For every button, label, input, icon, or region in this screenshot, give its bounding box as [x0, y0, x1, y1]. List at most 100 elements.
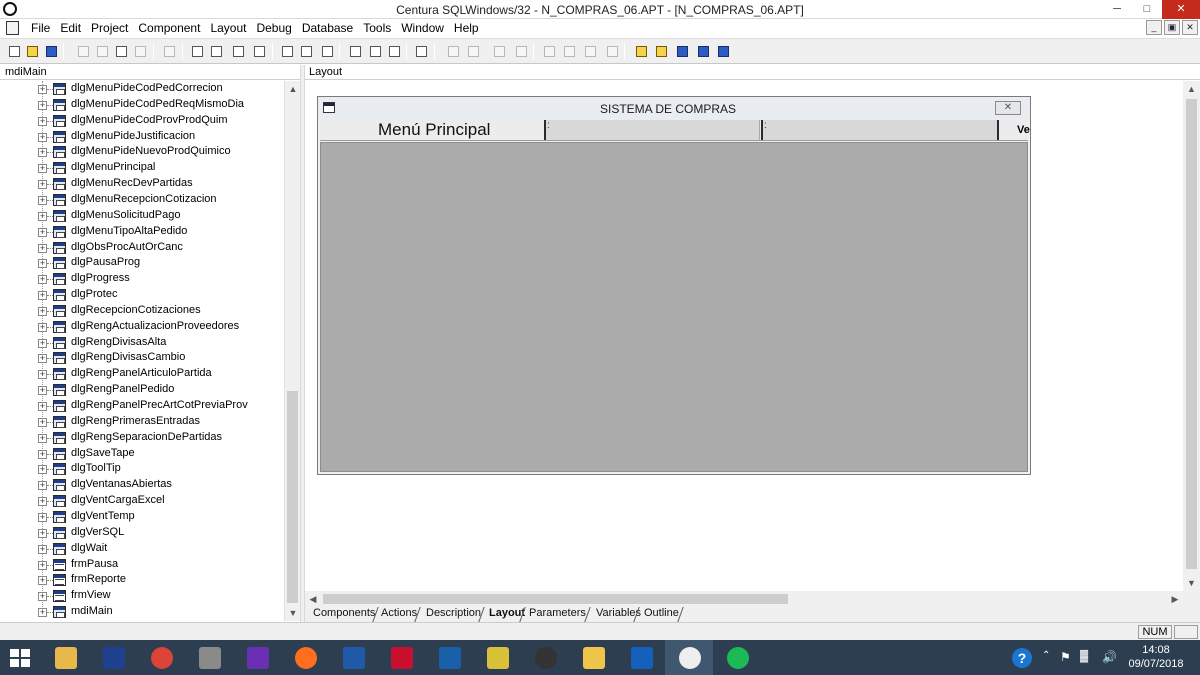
expand-plus-icon[interactable]: + [38, 592, 47, 602]
expand-plus-icon[interactable]: + [38, 370, 47, 380]
tree-item[interactable]: + dlgSaveTape [0, 446, 284, 462]
layout-horizontal-scrollbar[interactable]: ◀ ▶ [305, 591, 1183, 607]
scroll-down-arrow-icon[interactable]: ▼ [285, 605, 301, 621]
tree-item[interactable]: + dlgRengPanelPedido [0, 382, 284, 398]
tree-item[interactable]: + dlgMenuPideCodPedReqMismoDia [0, 97, 284, 113]
pause-button[interactable] [464, 42, 481, 60]
expand-plus-icon[interactable]: + [38, 576, 47, 586]
expand-plus-icon[interactable]: + [38, 354, 47, 364]
tree-item[interactable]: + dlgMenuPideNuevoProdQuimico [0, 144, 284, 160]
tree-item[interactable]: + mdiMain [0, 604, 284, 620]
close-button[interactable]: ✕ [1162, 0, 1200, 19]
tree-item[interactable]: + dlgRengDivisasAlta [0, 335, 284, 351]
expand-plus-icon[interactable]: + [38, 306, 47, 316]
open-folder-button[interactable] [23, 42, 40, 60]
report-button[interactable] [385, 42, 402, 60]
tree-item[interactable]: + frmView [0, 588, 284, 604]
maximize-button[interactable]: □ [1132, 0, 1162, 19]
toolbar-field-1[interactable] [544, 120, 760, 140]
layout-hscroll-thumb[interactable] [323, 594, 788, 604]
tab-components[interactable]: Components [309, 607, 375, 622]
taskbar-settings[interactable] [185, 640, 233, 675]
delete-button[interactable] [131, 42, 148, 60]
network-icon[interactable]: ▓ [1080, 650, 1088, 666]
layout-vertical-scrollbar[interactable]: ▲ ▼ [1183, 81, 1200, 591]
expand-plus-icon[interactable]: + [38, 402, 47, 411]
dialog-client-area[interactable] [320, 142, 1028, 472]
tree-item[interactable]: + dlgProgress [0, 271, 284, 287]
taskbar-spotify[interactable] [713, 640, 761, 675]
scroll-down-arrow-icon[interactable]: ▼ [1183, 575, 1200, 591]
breakpoints-button[interactable] [581, 42, 598, 60]
minimize-button[interactable]: ─ [1102, 0, 1132, 19]
save-button[interactable] [42, 42, 59, 60]
tree-item[interactable]: + dlgObsProcAutOrCanc [0, 240, 284, 256]
tree-item[interactable]: + dlgRengActualizacionProveedores [0, 319, 284, 335]
tree-item[interactable]: + dlgRengSeparacionDePartidas [0, 430, 284, 446]
expand-plus-icon[interactable]: + [38, 544, 47, 554]
page-button[interactable] [346, 42, 363, 60]
layout-canvas[interactable]: SISTEMA DE COMPRAS ✕ Menú Principal Ve [305, 81, 1183, 591]
tab-parameters[interactable]: Parameters [525, 607, 586, 622]
tree-item[interactable]: + dlgRengPanelPrecArtCotPreviaProv [0, 398, 284, 414]
expand-plus-icon[interactable]: + [38, 116, 47, 126]
picture-button[interactable] [297, 42, 314, 60]
clock[interactable]: 14:08 09/07/2018 [1124, 643, 1188, 671]
expand-plus-icon[interactable]: + [38, 211, 47, 221]
tree-item[interactable]: + dlgMenuTipoAltaPedido [0, 224, 284, 240]
expand-plus-icon[interactable]: + [38, 512, 47, 522]
tree-item[interactable]: + frmReporte [0, 572, 284, 588]
scroll-right-arrow-icon[interactable]: ▶ [1167, 591, 1183, 607]
expand-plus-icon[interactable]: + [38, 338, 47, 348]
expand-plus-icon[interactable]: + [38, 417, 47, 427]
expand-plus-icon[interactable]: + [38, 465, 47, 475]
tree-item[interactable]: + dlgMenuPideJustificacion [0, 129, 284, 145]
mdi-close-button[interactable]: ✕ [1182, 20, 1198, 35]
tree-item[interactable]: + frmPausa [0, 557, 284, 573]
expand-plus-icon[interactable]: + [38, 85, 47, 94]
tree-item[interactable]: + dlgRengPrimerasEntradas [0, 414, 284, 430]
hand-button[interactable] [490, 42, 507, 60]
tree-item[interactable]: + dlgMenuPrincipal [0, 160, 284, 176]
call-stack-button[interactable] [560, 42, 577, 60]
wand-button[interactable] [412, 42, 429, 60]
menu-principal-label[interactable]: Menú Principal [378, 120, 490, 140]
expand-plus-icon[interactable]: + [38, 608, 47, 618]
tree-item[interactable]: + dlgPausaProg [0, 255, 284, 271]
truncated-label[interactable]: Ve [1017, 124, 1030, 136]
query-button[interactable] [652, 42, 669, 60]
expand-plus-icon[interactable]: + [38, 227, 47, 237]
windows-start-icon[interactable] [10, 649, 30, 667]
grid-button[interactable] [250, 42, 267, 60]
tree-scroll-thumb[interactable] [287, 391, 298, 603]
menu-window[interactable]: Window [396, 21, 449, 35]
toolbar-field-2[interactable] [761, 120, 999, 140]
expand-plus-icon[interactable]: + [38, 180, 47, 190]
expand-plus-icon[interactable]: + [38, 386, 47, 396]
tab-outline[interactable]: Outline [640, 607, 679, 622]
dialog-caption[interactable]: SISTEMA DE COMPRAS ✕ [318, 97, 1030, 119]
cut-button[interactable] [74, 42, 91, 60]
taskbar-visual-studio[interactable] [233, 640, 281, 675]
new-file-button[interactable] [5, 42, 22, 60]
tab-description[interactable]: Description [422, 607, 481, 622]
menu-debug[interactable]: Debug [251, 21, 296, 35]
tree-vertical-scrollbar[interactable]: ▲ ▼ [284, 81, 300, 621]
menu-help[interactable]: Help [449, 21, 484, 35]
document-system-icon[interactable] [6, 21, 19, 35]
flag-icon[interactable]: ⚑ [1060, 650, 1071, 666]
expand-plus-icon[interactable]: + [38, 195, 47, 205]
tree-item[interactable]: + dlgVerSQL [0, 525, 284, 541]
expand-plus-icon[interactable]: + [38, 164, 47, 174]
taskbar-camera[interactable] [521, 640, 569, 675]
taskbar-firefox[interactable] [281, 640, 329, 675]
scroll-up-arrow-icon[interactable]: ▲ [285, 81, 301, 97]
form-design-button[interactable] [278, 42, 295, 60]
align-center-button[interactable] [318, 42, 335, 60]
tree-item[interactable]: + dlgMenuPideCodPedCorrecion [0, 81, 284, 97]
taskbar-chrome[interactable] [137, 640, 185, 675]
expand-plus-icon[interactable]: + [38, 291, 47, 301]
watch-button[interactable] [540, 42, 557, 60]
tree-item[interactable]: + dlgRengDivisasCambio [0, 350, 284, 366]
tree-item[interactable]: + dlgMenuRecDevPartidas [0, 176, 284, 192]
